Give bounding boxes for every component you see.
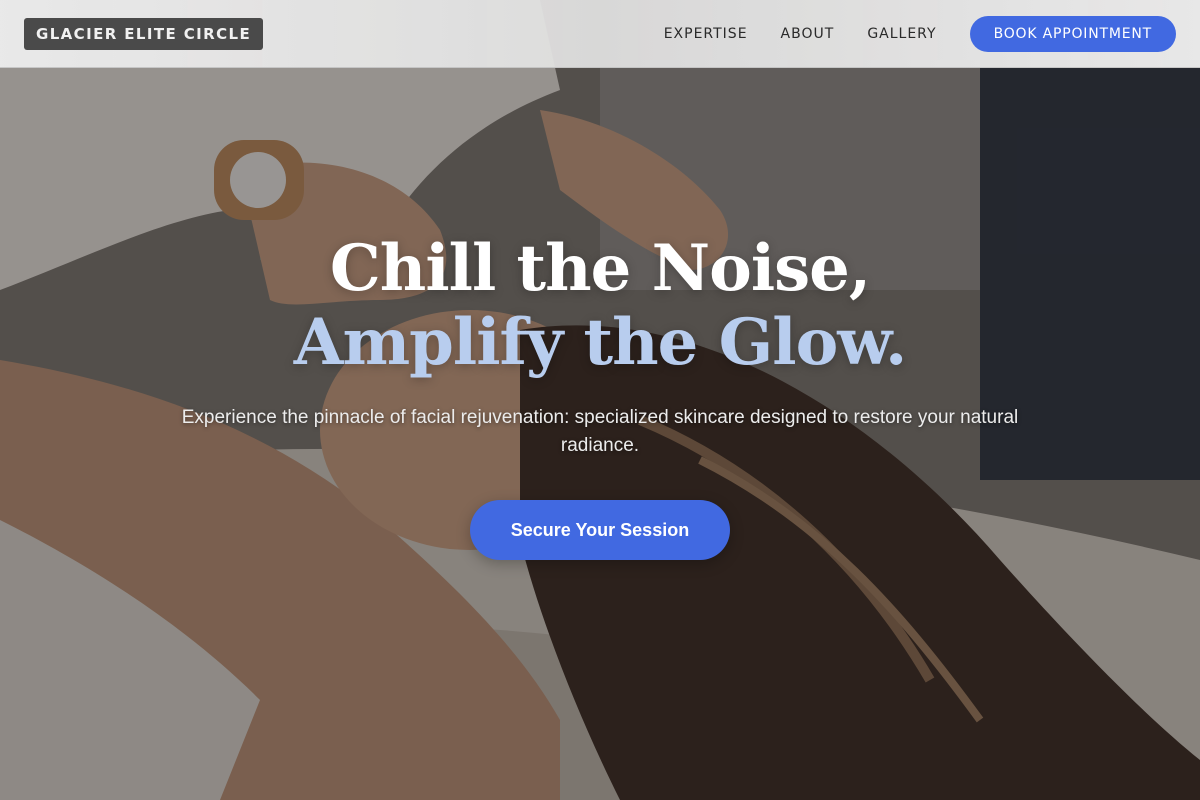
hero-headline: Chill the Noise, Amplify the Glow. — [0, 232, 1200, 380]
secure-session-button[interactable]: Secure Your Session — [470, 500, 730, 560]
main-nav: EXPERTISE ABOUT GALLERY BOOK APPOINTMENT — [664, 16, 1176, 52]
hero-content: Chill the Noise, Amplify the Glow. Exper… — [0, 232, 1200, 560]
site-header: GLACIER ELITE CIRCLE EXPERTISE ABOUT GAL… — [0, 0, 1200, 68]
nav-link-gallery[interactable]: GALLERY — [867, 26, 936, 42]
headline-line-2: Amplify the Glow. — [293, 305, 907, 380]
hero-subtitle: Experience the pinnacle of facial rejuve… — [181, 407, 1019, 456]
brand-logo[interactable]: GLACIER ELITE CIRCLE — [24, 18, 264, 50]
book-appointment-button[interactable]: BOOK APPOINTMENT — [969, 16, 1176, 52]
nav-link-expertise[interactable]: EXPERTISE — [664, 26, 748, 42]
nav-link-about[interactable]: ABOUT — [781, 26, 835, 42]
headline-line-1: Chill the Noise, — [329, 231, 871, 306]
